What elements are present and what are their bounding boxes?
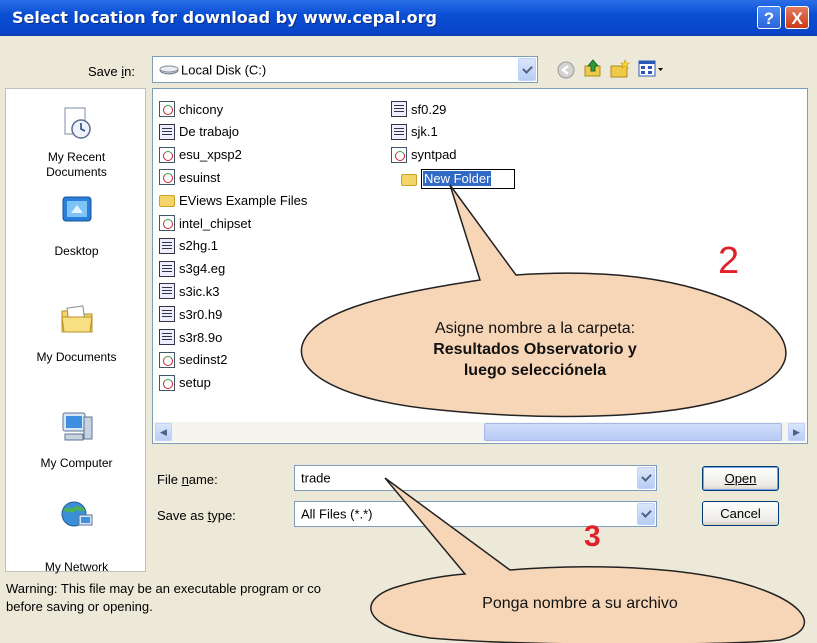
back-icon[interactable]: [556, 60, 576, 80]
horizontal-scrollbar[interactable]: ◀ ▶: [154, 422, 806, 442]
save-in-label: Save in:: [88, 64, 135, 79]
place-label: My Recent Documents: [46, 150, 107, 179]
my-computer-icon: [62, 412, 92, 441]
program-icon: [391, 146, 407, 163]
file-name: s2hg.1: [179, 238, 219, 254]
file-item[interactable]: setup: [159, 373, 211, 393]
window-title: Select location for download by www.cepa…: [12, 8, 437, 27]
file-name: setup: [179, 375, 211, 391]
file-item[interactable]: esu_xpsp2: [159, 145, 242, 165]
save-dialog: Select location for download by www.cepa…: [0, 0, 817, 643]
file-item[interactable]: esuinst: [159, 167, 220, 187]
save-in-dropdown[interactable]: Local Disk (C:): [152, 56, 538, 83]
file-item[interactable]: De trabajo: [159, 122, 239, 142]
document-icon: [391, 101, 407, 117]
program-icon: [159, 374, 175, 391]
file-name: sedinst2: [179, 352, 228, 368]
document-icon: [391, 123, 407, 140]
file-item[interactable]: s3ic.k3: [159, 281, 219, 301]
file-name: De trabajo: [179, 124, 239, 140]
file-item[interactable]: s3r0.h9: [159, 304, 222, 324]
title-bar[interactable]: Select location for download by www.cepa…: [0, 0, 817, 36]
step-number-3: 3: [584, 520, 601, 553]
save-type-label: Save as type:: [157, 508, 236, 523]
file-name: esuinst: [179, 169, 221, 185]
file-name: intel_chipset: [179, 215, 252, 231]
file-name-label: File name:: [157, 472, 218, 487]
place-desktop[interactable]: Desktop: [6, 193, 147, 259]
my-network-icon: [61, 501, 92, 527]
bubble1-line-2: Resultados Observatorio y: [433, 341, 637, 358]
file-item[interactable]: intel_chipset: [159, 213, 251, 233]
annotation-bubble-2: [370, 477, 806, 643]
file-name: s3g4.eg: [179, 261, 226, 277]
program-icon: [159, 215, 175, 231]
file-item[interactable]: sjk.1: [391, 122, 438, 142]
document-icon: [159, 306, 175, 323]
document-icon: [159, 123, 175, 140]
file-name: s3ic.k3: [179, 283, 220, 299]
file-name: sf0.29: [411, 101, 447, 117]
file-item[interactable]: s3g4.eg: [159, 259, 225, 279]
file-name: sjk.1: [411, 124, 438, 140]
desktop-icon: [62, 196, 91, 222]
file-item[interactable]: s3r8.9o: [159, 327, 222, 347]
document-icon: [159, 329, 175, 345]
file-item[interactable]: EViews Example Files: [159, 190, 307, 210]
place-my-recent-documents[interactable]: My Recent Documents: [6, 105, 147, 180]
program-icon: [159, 169, 175, 186]
file-name: chicony: [179, 101, 224, 117]
scroll-left-button[interactable]: ◀: [155, 423, 172, 441]
document-icon: [159, 237, 175, 254]
bubble1-text: Asigne nombre a la carpeta: Resultados O…: [360, 318, 710, 381]
save-in-value: Local Disk (C:): [181, 62, 267, 77]
scroll-thumb[interactable]: [484, 423, 782, 441]
place-label: My Documents: [36, 350, 117, 364]
places-bar: My Recent Documents Desktop My Documents: [5, 88, 147, 575]
view-menu-icon[interactable]: [638, 59, 666, 79]
file-item[interactable]: s2hg.1: [159, 236, 218, 256]
bubble1-line-3: luego selecciónela: [463, 362, 607, 379]
file-name: EViews Example Files: [179, 192, 308, 208]
annotation-bubble-1: [300, 184, 787, 418]
document-icon: [159, 283, 175, 300]
place-my-computer[interactable]: My Computer: [6, 409, 147, 471]
recent-documents-icon: [64, 107, 91, 139]
bubble2-text: Ponga nombre a su archivo: [482, 595, 678, 612]
program-icon: [159, 351, 175, 368]
place-my-network[interactable]: My Network: [6, 497, 147, 575]
file-item[interactable]: sf0.29: [391, 99, 446, 119]
file-name: esu_xpsp2: [179, 147, 242, 163]
file-name: s3r8.9o: [179, 329, 223, 345]
folder-icon: [159, 195, 175, 208]
place-label: Desktop: [54, 244, 99, 258]
up-folder-icon[interactable]: [583, 58, 603, 78]
save-in-dropdown-button[interactable]: [518, 58, 536, 81]
bubble1-line-1: Asigne nombre a la carpeta:: [434, 320, 636, 337]
new-folder-icon[interactable]: [610, 59, 630, 79]
file-item[interactable]: chicony: [159, 99, 223, 119]
help-button[interactable]: ?: [757, 6, 781, 29]
file-name-value: trade: [301, 470, 331, 486]
scroll-right-button[interactable]: ▶: [788, 423, 805, 441]
place-label: My Network: [44, 560, 109, 574]
place-label: My Computer: [40, 456, 113, 470]
program-icon: [159, 146, 175, 163]
step-number-2: 2: [718, 240, 740, 282]
file-name: syntpad: [411, 147, 457, 163]
file-item[interactable]: syntpad: [391, 145, 457, 165]
file-item[interactable]: sedinst2: [159, 350, 227, 370]
close-button[interactable]: X: [785, 6, 809, 29]
place-my-documents[interactable]: My Documents: [6, 301, 147, 365]
document-icon: [159, 260, 175, 277]
file-name: s3r0.h9: [179, 306, 223, 322]
local-disk-icon: [159, 65, 179, 75]
program-icon: [159, 101, 175, 117]
my-documents-icon: [60, 305, 93, 333]
